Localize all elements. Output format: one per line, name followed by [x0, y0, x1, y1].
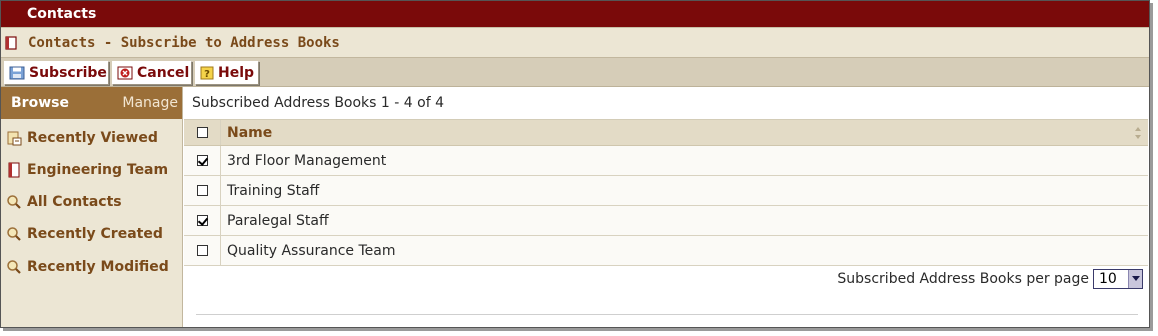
page-header: Contacts - Subscribe to Address Books: [1, 27, 1149, 57]
svg-text:?: ?: [204, 69, 210, 80]
search-icon: [3, 192, 25, 212]
result-count: Subscribed Address Books 1 - 4 of 4: [192, 95, 444, 111]
per-page-value: 10: [1099, 271, 1117, 287]
subscribe-button-label: Subscribe: [29, 65, 107, 81]
row-checkbox-cell: [184, 206, 221, 235]
recent-book-icon: [3, 128, 25, 148]
help-icon: ?: [200, 66, 214, 80]
table-row[interactable]: Paralegal Staff: [184, 206, 1148, 236]
row-checkbox[interactable]: [196, 185, 208, 196]
sidebar-item-all-contacts[interactable]: All Contacts: [1, 188, 182, 216]
sidebar-item-label: Recently Created: [27, 226, 163, 242]
sidebar-item-label: Engineering Team: [27, 162, 169, 178]
sidebar-item-label: Recently Viewed: [27, 130, 158, 146]
window-title: Contacts: [27, 6, 97, 22]
row-name: 3rd Floor Management: [227, 152, 387, 169]
help-button[interactable]: ? Help: [195, 61, 259, 85]
main-content: Subscribed Address Books 1 - 4 of 4 Name: [184, 87, 1149, 327]
select-all-checkbox[interactable]: [196, 127, 208, 138]
per-page-select[interactable]: 10: [1093, 269, 1143, 289]
select-all-cell: [184, 120, 221, 145]
sidebar-item-recently-viewed[interactable]: Recently Viewed: [1, 124, 182, 152]
toolbar: Subscribe Cancel ? Help: [1, 57, 1149, 87]
row-name: Paralegal Staff: [227, 212, 329, 229]
column-header-name[interactable]: Name: [221, 120, 1148, 145]
table-header-row: Name: [184, 120, 1148, 146]
column-header-label: Name: [227, 124, 273, 141]
help-button-label: Help: [218, 65, 255, 81]
sidebar-item-label: Recently Modified: [27, 259, 169, 275]
cancel-button[interactable]: Cancel: [112, 61, 192, 85]
table-row[interactable]: Quality Assurance Team: [184, 236, 1148, 266]
table-row[interactable]: Training Staff: [184, 176, 1148, 206]
row-checkbox-cell: [184, 146, 221, 175]
row-name: Training Staff: [227, 182, 320, 199]
cancel-button-label: Cancel: [137, 65, 190, 81]
page-title: Contacts - Subscribe to Address Books: [28, 35, 340, 51]
sidebar-item-recently-created[interactable]: Recently Created: [1, 220, 182, 248]
address-book-icon: [5, 36, 17, 50]
per-page-control: Subscribed Address Books per page 10: [837, 269, 1143, 289]
sidebar: Browse Manage Recently Viewed Engineerin…: [1, 87, 183, 327]
subscribe-button[interactable]: Subscribe: [4, 61, 109, 85]
manage-link[interactable]: Manage: [122, 87, 178, 119]
sort-arrows-icon[interactable]: [1134, 126, 1142, 140]
row-checkbox-cell: [184, 176, 221, 205]
search-icon: [3, 257, 25, 277]
contacts-window: Contacts Contacts - Subscribe to Address…: [0, 0, 1150, 328]
cancel-icon: [117, 66, 133, 80]
row-checkbox[interactable]: [196, 215, 208, 226]
row-name: Quality Assurance Team: [227, 242, 396, 259]
browse-bar: Browse Manage: [1, 87, 182, 119]
chevron-down-icon[interactable]: [1128, 270, 1142, 288]
sidebar-item-label: All Contacts: [27, 194, 122, 210]
row-checkbox[interactable]: [196, 155, 208, 166]
save-disk-icon: [9, 66, 25, 80]
row-checkbox[interactable]: [196, 245, 208, 256]
search-icon: [3, 224, 25, 244]
browse-label: Browse: [11, 95, 69, 111]
row-checkbox-cell: [184, 236, 221, 265]
divider: [196, 314, 1138, 315]
per-page-label: Subscribed Address Books per page: [837, 271, 1089, 287]
address-books-table: Name 3rd Floor Management Training Staff: [184, 119, 1148, 266]
sidebar-item-recently-modified[interactable]: Recently Modified: [1, 253, 182, 281]
window-titlebar: Contacts: [1, 1, 1149, 27]
address-book-icon: [3, 160, 25, 180]
sidebar-item-engineering-team[interactable]: Engineering Team: [1, 156, 182, 184]
table-row[interactable]: 3rd Floor Management: [184, 146, 1148, 176]
